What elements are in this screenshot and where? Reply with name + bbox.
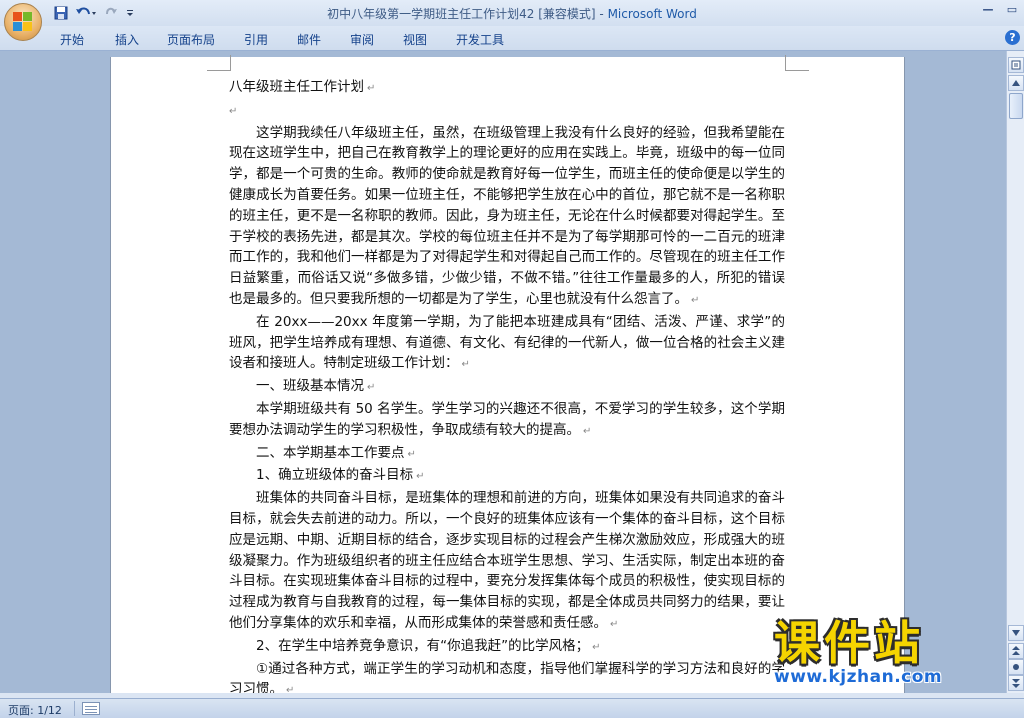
tab-review[interactable]: 审阅: [350, 31, 374, 48]
crop-mark-left: [207, 55, 231, 71]
title-bar: 初中八年级第一学期班主任工作计划42 [兼容模式] - Microsoft Wo…: [0, 0, 1024, 26]
document-name: 初中八年级第一学期班主任工作计划42 [兼容模式] -: [327, 7, 608, 21]
sub-heading: 2、在学生中培养竞争意识，有“你追我赶”的比学风格； ↵: [256, 637, 601, 654]
paragraph: ①通过各种方式，端正学生的学习动机和态度，指导他们掌握科学的学习方法和良好的学习…: [229, 660, 785, 693]
crop-mark-right: [785, 55, 809, 71]
scroll-down-icon[interactable]: [1008, 625, 1024, 641]
ruler-toggle-icon[interactable]: [1008, 57, 1024, 73]
maximize-button[interactable]: ▭: [1004, 2, 1020, 16]
status-separator: [74, 701, 75, 716]
sub-heading: 1、确立班级体的奋斗目标 ↵: [256, 467, 425, 484]
watermark-title: 课件站: [774, 616, 924, 670]
empty-paragraph: ↵: [229, 105, 238, 117]
scroll-up-icon[interactable]: [1008, 75, 1024, 91]
help-icon[interactable]: ?: [1005, 30, 1020, 45]
document-area: 八年级班主任工作计划 ↵ ↵ 这学期我续任八年级班主任，虽然，在班级管理上我没有什…: [0, 51, 1006, 693]
scrollbar-thumb[interactable]: [1009, 93, 1023, 119]
section-heading: 一、班级基本情况 ↵: [256, 378, 376, 395]
tab-mailings[interactable]: 邮件: [297, 31, 321, 48]
office-logo-icon: [13, 12, 33, 32]
proofing-icon[interactable]: [82, 702, 100, 715]
window-controls: — ▭: [980, 2, 1020, 16]
tab-home[interactable]: 开始: [60, 31, 84, 48]
office-button[interactable]: [4, 3, 42, 41]
ribbon-tabs: 开始 插入 页面布局 引用 邮件 审阅 视图 开发工具 ?: [0, 26, 1024, 51]
next-page-icon[interactable]: [1008, 675, 1024, 691]
select-browse-object-icon[interactable]: [1008, 659, 1024, 675]
tab-page-layout[interactable]: 页面布局: [167, 31, 215, 48]
document-title: 八年级班主任工作计划 ↵: [229, 79, 376, 95]
window-title: 初中八年级第一学期班主任工作计划42 [兼容模式] - Microsoft Wo…: [0, 5, 1024, 22]
paragraph: 在 20xx——20xx 年度第一学期，为了能把本班建成具有“团结、活泼、严谨、…: [229, 313, 785, 372]
page-count[interactable]: 页面: 1/12: [8, 702, 62, 718]
paragraph: 本学期班级共有 50 名学生。学生学习的兴趣还不很高，不爱学习的学生较多，这个学…: [229, 400, 785, 438]
tab-developer[interactable]: 开发工具: [456, 31, 504, 48]
app-name: Microsoft Word: [607, 7, 697, 21]
minimize-button[interactable]: —: [980, 2, 996, 16]
paragraph: 班集体的共同奋斗目标，是班集体的理想和前进的方向，班集体如果没有共同追求的奋斗目…: [229, 490, 785, 631]
site-watermark: 课件站 www.kjzhan.com: [774, 617, 1008, 693]
status-bar: 页面: 1/12: [0, 698, 1024, 718]
paragraph: 这学期我续任八年级班主任，虽然，在班级管理上我没有什么良好的经验，但我希望能在现…: [229, 124, 785, 307]
tab-view[interactable]: 视图: [403, 31, 427, 48]
tab-insert[interactable]: 插入: [115, 31, 139, 48]
previous-page-icon[interactable]: [1008, 643, 1024, 659]
vertical-scrollbar[interactable]: [1006, 51, 1024, 693]
document-page[interactable]: 八年级班主任工作计划 ↵ ↵ 这学期我续任八年级班主任，虽然，在班级管理上我没有什…: [110, 55, 905, 693]
section-heading: 二、本学期基本工作要点 ↵: [256, 444, 416, 461]
watermark-url: www.kjzhan.com: [774, 667, 943, 687]
tab-references[interactable]: 引用: [244, 31, 268, 48]
document-body[interactable]: 八年级班主任工作计划 ↵ ↵ 这学期我续任八年级班主任，虽然，在班级管理上我没有什…: [229, 77, 785, 693]
